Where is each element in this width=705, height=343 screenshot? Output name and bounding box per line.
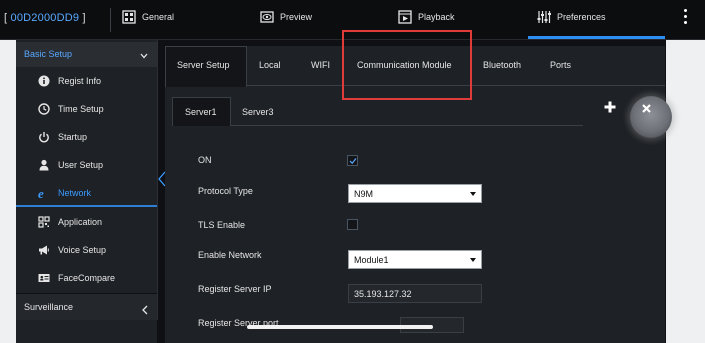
subtab-server3[interactable]: Server3 [242,107,274,117]
dropdown-arrow-icon [470,258,476,262]
right-margin [666,40,705,343]
on-label: ON [198,155,212,165]
id-card-icon [38,272,50,284]
highlight-box [342,30,472,100]
check-icon [349,158,357,165]
device-id-value: 00D2000DD9 [10,12,80,24]
qr-icon [38,216,50,228]
home-indicator[interactable] [247,325,433,329]
nav-preview[interactable]: Preview [260,10,312,24]
register-server-ip-label: Register Server IP [198,284,272,294]
close-button[interactable] [630,96,672,138]
megaphone-icon [38,244,50,256]
svg-text:e: e [38,187,44,199]
tls-enable-label: TLS Enable [198,220,246,230]
protocol-type-label: Protocol Type [198,186,253,196]
add-icon[interactable] [603,100,617,114]
active-nav-indicator [528,36,665,39]
network-icon: e [38,187,50,199]
register-server-ip-input[interactable]: 35.193.127.32 [348,284,482,303]
nav-preferences[interactable]: Preferences [537,10,606,24]
user-icon [38,159,50,171]
enable-network-label: Enable Network [198,250,262,260]
playback-icon [398,10,412,24]
tab-server-setup[interactable]: Server Setup [177,60,230,70]
chevron-down-icon [139,48,149,59]
on-checkbox[interactable] [347,155,358,166]
sidebar-item-application[interactable]: Application [16,208,157,236]
info-icon [38,75,50,87]
sidebar-section-basic-setup[interactable]: Basic Setup [16,42,157,67]
tab-bluetooth[interactable]: Bluetooth [483,60,521,70]
nav-playback[interactable]: Playback [398,10,455,24]
left-margin [0,40,16,343]
more-menu-icon[interactable] [680,9,690,29]
subtab-divider [231,125,583,126]
enable-network-select[interactable]: Module1 [348,250,482,269]
dropdown-arrow-icon [470,192,476,196]
power-icon [38,131,50,143]
sidebar-section-surveillance[interactable]: Surveillance [16,293,157,320]
sidebar-item-startup[interactable]: Startup [16,123,157,151]
nav-general[interactable]: General [122,10,174,24]
general-icon [122,10,136,24]
tab-wifi[interactable]: WIFI [311,60,330,70]
tls-enable-checkbox[interactable] [347,219,358,230]
sidebar: Basic Setup Regist Info Time Setup Start… [16,40,157,343]
close-icon [641,101,652,113]
sidebar-item-voice-setup[interactable]: Voice Setup [16,236,157,264]
subtab-server1[interactable]: Server1 [185,107,217,117]
sidebar-item-user-setup[interactable]: User Setup [16,151,157,179]
sidebar-item-regist-info[interactable]: Regist Info [16,67,157,95]
sidebar-item-network[interactable]: e Network [16,179,157,207]
divider [110,8,111,32]
tab-local[interactable]: Local [259,60,281,70]
sidebar-item-time-setup[interactable]: Time Setup [16,95,157,123]
sidebar-item-facecompare[interactable]: FaceCompare [16,264,157,292]
device-id: [ 00D2000DD9 ] [4,12,86,24]
chevron-left-icon [141,302,149,315]
clock-icon [38,103,50,115]
preview-icon [260,10,274,24]
tab-ports[interactable]: Ports [550,60,571,70]
protocol-type-select[interactable]: N9M [348,184,482,203]
preferences-icon [537,10,551,24]
